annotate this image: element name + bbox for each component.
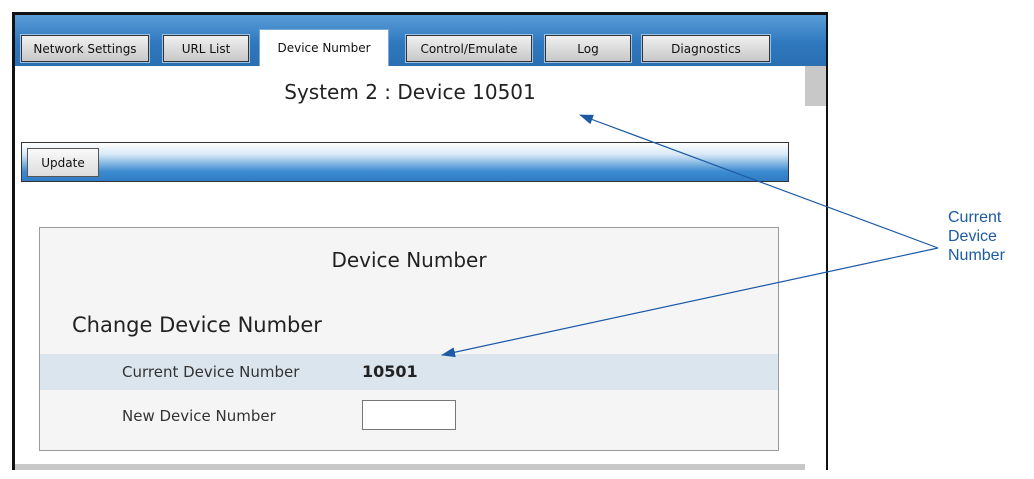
page-title: System 2 : Device 10501 (284, 80, 536, 104)
current-device-number-row: Current Device Number 10501 (40, 354, 778, 390)
content-area: System 2 : Device 10501 Update Device Nu… (15, 66, 805, 470)
tab-bar: Network Settings URL List Device Number … (15, 15, 826, 66)
callout-line-3: Number (948, 247, 1005, 264)
scrollbar-thumb[interactable] (805, 66, 826, 106)
new-device-number-row: New Device Number (40, 398, 778, 434)
tab-control-emulate[interactable]: Control/Emulate (405, 34, 533, 63)
new-device-number-label: New Device Number (122, 407, 276, 425)
toolbar (21, 142, 789, 182)
app-window: Network Settings URL List Device Number … (12, 12, 828, 470)
current-device-number-value: 10501 (362, 362, 418, 381)
callout-line-1: Current (948, 209, 1002, 226)
callout-label: Current Device Number (948, 208, 1005, 265)
callout-line-2: Device (948, 228, 997, 245)
tab-url-list[interactable]: URL List (162, 34, 250, 63)
tab-device-number[interactable]: Device Number (259, 29, 389, 66)
scrollbar[interactable] (805, 66, 826, 470)
update-button[interactable]: Update (27, 148, 99, 177)
section-title: Change Device Number (72, 313, 322, 337)
tab-log[interactable]: Log (544, 34, 632, 63)
device-number-panel: Device Number Change Device Number Curre… (39, 227, 779, 451)
new-device-number-input[interactable] (362, 400, 456, 430)
panel-title: Device Number (331, 248, 487, 272)
current-device-number-label: Current Device Number (122, 363, 300, 381)
tab-diagnostics[interactable]: Diagnostics (641, 34, 771, 63)
tab-network-settings[interactable]: Network Settings (20, 34, 150, 63)
